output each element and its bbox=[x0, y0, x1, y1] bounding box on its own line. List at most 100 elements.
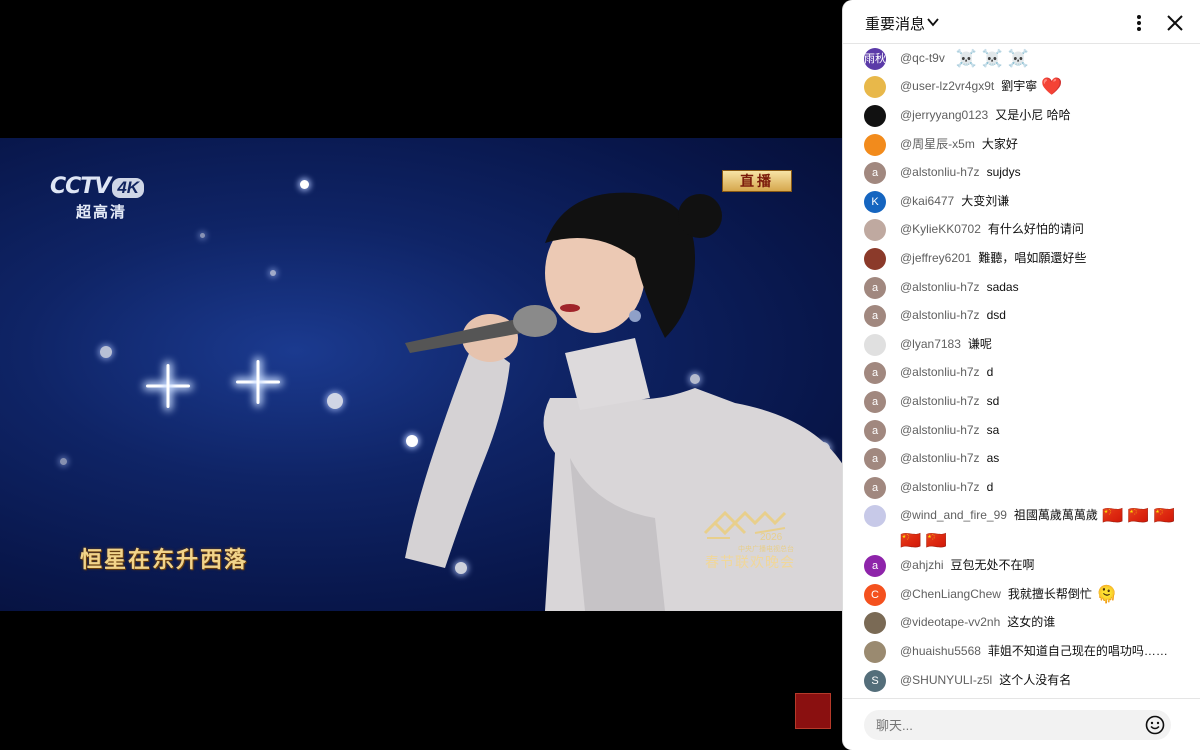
avatar[interactable] bbox=[864, 612, 886, 634]
chat-message-body: @ahjzhi 豆包无处不在啊 bbox=[900, 553, 1190, 578]
chat-message-text: sujdys bbox=[986, 165, 1021, 179]
star-decoration bbox=[100, 346, 112, 358]
avatar[interactable] bbox=[864, 505, 886, 527]
avatar[interactable]: a bbox=[864, 277, 886, 299]
avatar[interactable] bbox=[864, 105, 886, 127]
chat-author-name[interactable]: @lyan7183 bbox=[900, 337, 961, 351]
chat-author-name[interactable]: @qc-t9v bbox=[900, 51, 945, 65]
gala-year: 2026 bbox=[760, 532, 783, 543]
chat-author-name[interactable]: @alstonliu-h7z bbox=[900, 423, 980, 437]
chat-message-list[interactable]: 雨秋 @qc-t9v ☠️ ☠️ ☠️ @user-lz2vr4gx9t 劉宇寧 ❤️ @j… bbox=[843, 44, 1200, 698]
avatar[interactable]: a bbox=[864, 448, 886, 470]
chat-message-text: 大家好 bbox=[981, 137, 1018, 151]
chat-author-name[interactable]: @周星辰-x5m bbox=[900, 137, 975, 151]
avatar[interactable] bbox=[864, 219, 886, 241]
video-player[interactable]: CCTV 4K 超高清 直播 恒星在东升西落 2026 中央广播电视总台 春节联… bbox=[0, 0, 842, 750]
chat-author-name[interactable]: @kai6477 bbox=[900, 194, 954, 208]
star-decoration bbox=[200, 233, 205, 238]
chat-message-text: as bbox=[986, 451, 1000, 465]
chat-message-text: 又是小尼 哈哈 bbox=[995, 108, 1071, 122]
chat-author-name[interactable]: @alstonliu-h7z bbox=[900, 308, 980, 322]
chat-message-text: 我就擅长帮倒忙 bbox=[1007, 587, 1092, 601]
chevron-down-icon[interactable] bbox=[927, 16, 939, 28]
chat-message-body: @jerryyang0123 又是小尼 哈哈 bbox=[900, 103, 1190, 128]
video-watermark-thumbnail[interactable] bbox=[795, 693, 831, 729]
channel-quality-label: 超高清 bbox=[76, 204, 128, 221]
star-decoration bbox=[327, 393, 343, 409]
avatar[interactable] bbox=[864, 76, 886, 98]
avatar[interactable]: a bbox=[864, 555, 886, 577]
emoji-picker-icon[interactable] bbox=[1145, 715, 1165, 735]
chat-message-text: sd bbox=[986, 394, 1000, 408]
more-options-icon[interactable] bbox=[1127, 12, 1151, 34]
chat-author-name[interactable]: @wind_and_fire_99 bbox=[900, 508, 1007, 522]
chat-author-name[interactable]: @SHUNYULI-z5l bbox=[900, 673, 992, 687]
chat-message-text: d bbox=[986, 365, 994, 379]
star-decoration bbox=[270, 270, 276, 276]
chat-author-name[interactable]: @KylieKK0702 bbox=[900, 222, 981, 236]
live-chat-panel: 重要消息 雨秋 @qc-t9v ☠️ ☠️ ☠️ @user-lz2vr4gx9t 劉宇… bbox=[842, 0, 1200, 750]
chat-author-name[interactable]: @jerryyang0123 bbox=[900, 108, 988, 122]
avatar[interactable]: 雨秋 bbox=[864, 48, 886, 70]
chat-author-name[interactable]: @ChenLiangChew bbox=[900, 587, 1001, 601]
chat-author-name[interactable]: @huaishu5568 bbox=[900, 644, 981, 658]
avatar[interactable]: C bbox=[864, 584, 886, 606]
chat-message-text: 谦呢 bbox=[967, 337, 992, 351]
chat-author-name[interactable]: @videotape-vv2nh bbox=[900, 615, 1000, 629]
chat-author-name[interactable]: @alstonliu-h7z bbox=[900, 480, 980, 494]
chat-author-name[interactable]: @alstonliu-h7z bbox=[900, 280, 980, 294]
gala-title: 春节联欢晚会 bbox=[705, 554, 795, 570]
channel-4k-badge: 4K bbox=[112, 178, 145, 198]
chat-message-body: @jeffrey6201 難聽，唱如願還好些 bbox=[900, 246, 1190, 271]
chat-message-body: @huaishu5568 菲姐不知道自己现在的唱功吗…… bbox=[900, 639, 1190, 664]
chat-author-name[interactable]: @jeffrey6201 bbox=[900, 251, 971, 265]
chat-message-emoji: 🫠 bbox=[1095, 584, 1118, 604]
chat-mode-selector[interactable]: 重要消息 bbox=[865, 13, 925, 34]
avatar[interactable]: a bbox=[864, 162, 886, 184]
chat-message-body: @wind_and_fire_99 祖國萬歲萬萬歲 🇨🇳 🇨🇳 🇨🇳 🇨🇳 🇨🇳 bbox=[900, 503, 1190, 553]
chat-message-body: @alstonliu-h7z d bbox=[900, 475, 1190, 500]
avatar[interactable] bbox=[864, 248, 886, 270]
chat-message-body: @user-lz2vr4gx9t 劉宇寧 ❤️ bbox=[900, 74, 1190, 99]
avatar[interactable]: K bbox=[864, 191, 886, 213]
chat-message-emoji: ☠️ ☠️ ☠️ bbox=[955, 48, 1029, 68]
chat-author-name[interactable]: @alstonliu-h7z bbox=[900, 165, 980, 179]
chat-message-text: 菲姐不知道自己现在的唱功吗…… bbox=[987, 644, 1168, 658]
chat-author-name[interactable]: @user-lz2vr4gx9t bbox=[900, 79, 994, 93]
chat-input[interactable] bbox=[864, 710, 1171, 740]
lyric-subtitle: 恒星在东升西落 bbox=[80, 547, 249, 573]
chat-message-body: @alstonliu-h7z sa bbox=[900, 418, 1190, 443]
chat-message-text: 这女的谁 bbox=[1007, 615, 1056, 629]
chat-author-name[interactable]: @alstonliu-h7z bbox=[900, 394, 980, 408]
chat-author-name[interactable]: @alstonliu-h7z bbox=[900, 451, 980, 465]
sparkle-decoration bbox=[146, 364, 190, 408]
chat-message-text: d bbox=[986, 480, 994, 494]
chat-author-name[interactable]: @alstonliu-h7z bbox=[900, 365, 980, 379]
channel-logo: CCTV 4K 超高清 bbox=[50, 174, 162, 224]
avatar[interactable] bbox=[864, 641, 886, 663]
chat-message-text: 劉宇寧 bbox=[1001, 79, 1038, 93]
avatar[interactable]: a bbox=[864, 362, 886, 384]
avatar[interactable]: a bbox=[864, 420, 886, 442]
star-decoration bbox=[60, 458, 67, 465]
chat-message-body: @SHUNYULI-z5l 这个人没有名 bbox=[900, 668, 1190, 693]
chat-message-text: sadas bbox=[986, 280, 1019, 294]
chat-message-body: @alstonliu-h7z d bbox=[900, 360, 1190, 385]
video-frame[interactable]: CCTV 4K 超高清 直播 恒星在东升西落 2026 中央广播电视总台 春节联… bbox=[0, 138, 842, 611]
avatar[interactable] bbox=[864, 334, 886, 356]
chat-message-body: @KylieKK0702 有什么好怕的请问 bbox=[900, 217, 1190, 242]
avatar[interactable]: a bbox=[864, 391, 886, 413]
chat-message-body: @alstonliu-h7z sd bbox=[900, 389, 1190, 414]
avatar[interactable]: S bbox=[864, 670, 886, 692]
close-icon[interactable] bbox=[1163, 12, 1187, 34]
chat-message-body: @alstonliu-h7z sujdys bbox=[900, 160, 1190, 185]
chat-message-text: sa bbox=[986, 423, 1000, 437]
chat-header: 重要消息 bbox=[843, 0, 1200, 44]
app-window: CCTV 4K 超高清 直播 恒星在东升西落 2026 中央广播电视总台 春节联… bbox=[0, 0, 1200, 750]
chat-input-area bbox=[843, 698, 1200, 750]
chat-author-name[interactable]: @ahjzhi bbox=[900, 558, 944, 572]
avatar[interactable]: a bbox=[864, 305, 886, 327]
avatar[interactable] bbox=[864, 134, 886, 156]
chat-message-text: 大变刘谦 bbox=[961, 194, 1010, 208]
avatar[interactable]: a bbox=[864, 477, 886, 499]
